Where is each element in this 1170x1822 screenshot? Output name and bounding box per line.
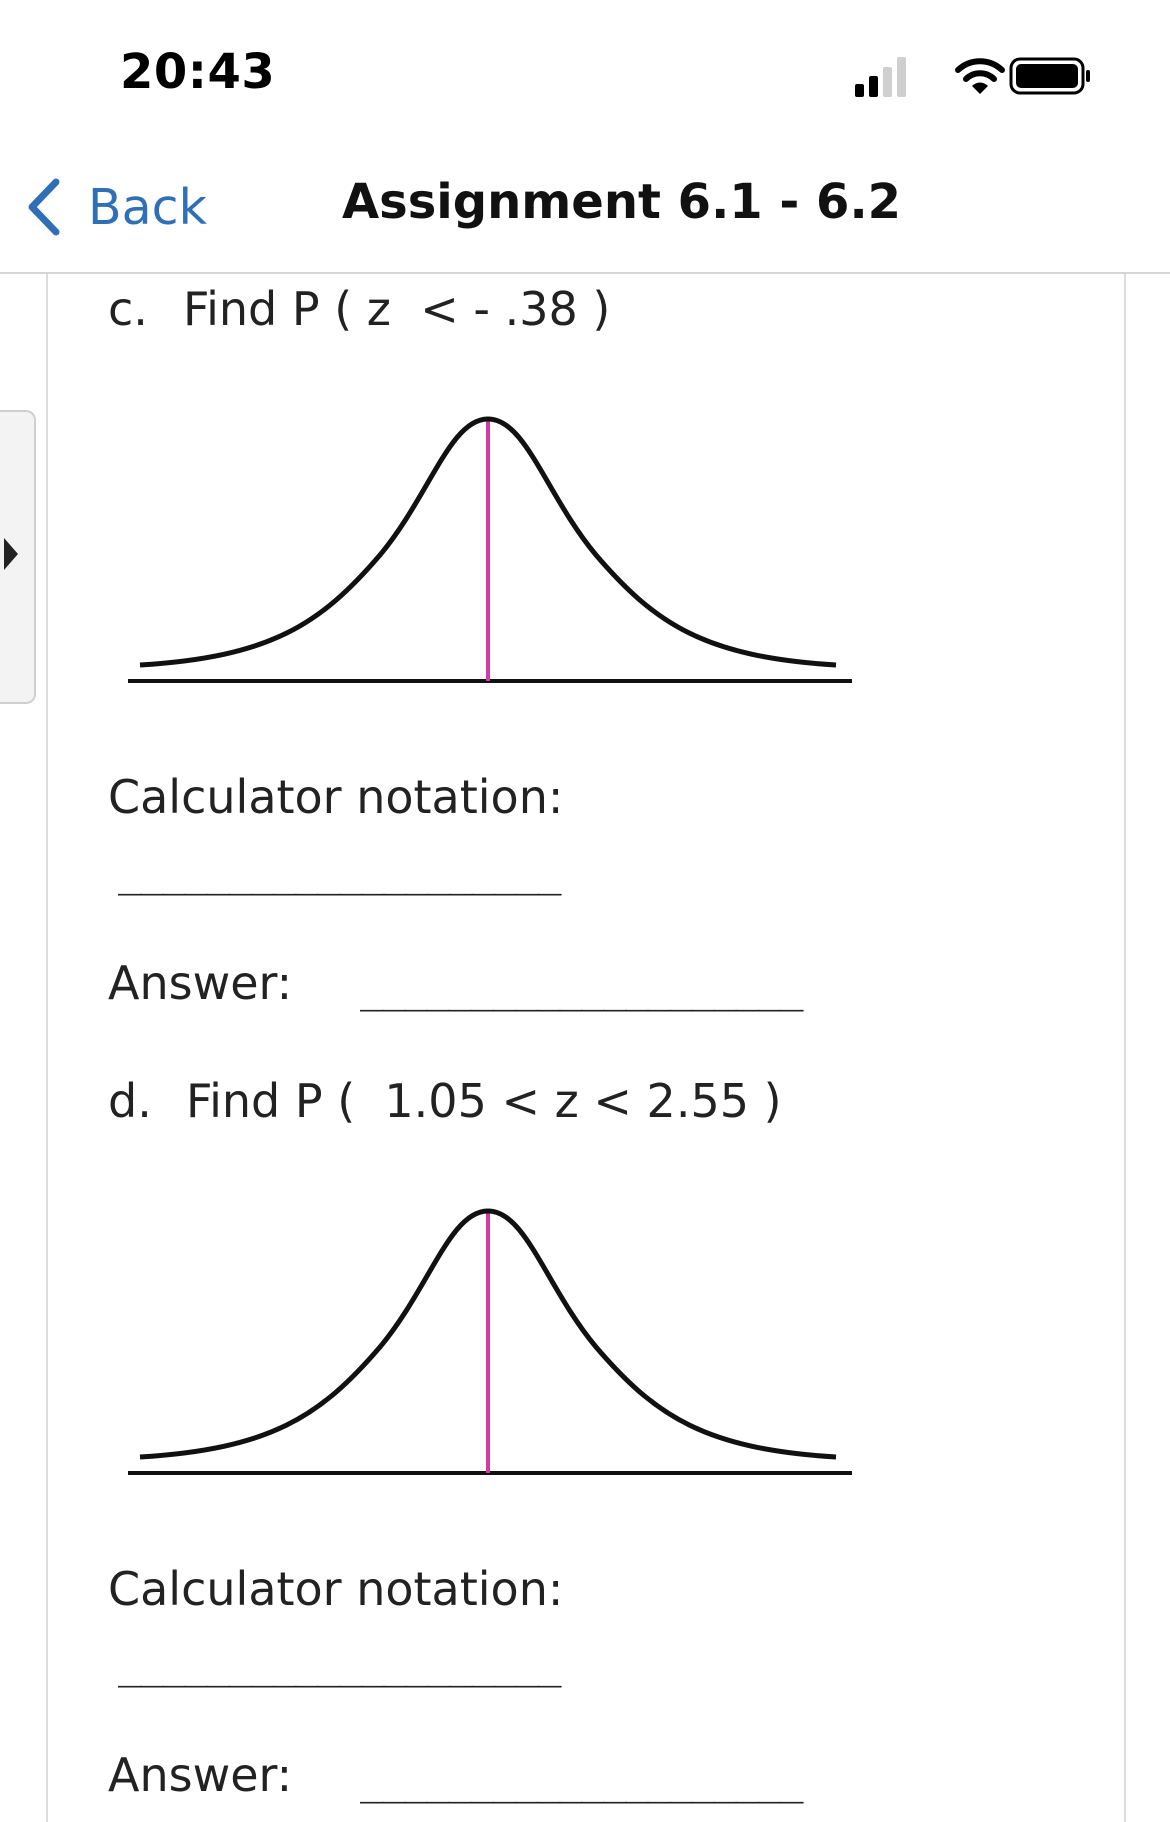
question-c-answer-label: Answer: (108, 956, 293, 1010)
back-label: Back (88, 178, 207, 236)
question-c-prefix: c. (108, 282, 148, 336)
question-c-text: Find P ( z < - .38 ) (183, 282, 611, 336)
expand-arrow-icon (4, 538, 18, 570)
side-panel-toggle[interactable] (0, 410, 36, 704)
status-time: 20:43 (120, 44, 276, 100)
normal-curve-icon (128, 416, 852, 683)
page-title: Assignment 6.1 - 6.2 (342, 174, 902, 230)
question-d-answer-label: Answer: (108, 1748, 293, 1802)
question-d-text: Find P ( 1.05 < z < 2.55 ) (186, 1074, 782, 1128)
question-d-prefix: d. (108, 1074, 152, 1128)
question-c-calculator-blank: ____________________ (118, 850, 562, 896)
normal-curve-icon (128, 1208, 852, 1475)
back-button[interactable]: Back (24, 172, 207, 242)
wifi-icon (955, 58, 1005, 94)
question-d-calculator-label: Calculator notation: (108, 1562, 564, 1616)
question-d-answer-blank: ____________________ (360, 1758, 804, 1804)
question-c-answer-blank: ____________________ (360, 966, 804, 1012)
nav-bar: Back Assignment 6.1 - 6.2 (0, 150, 1170, 274)
question-d-calculator-blank: ____________________ (118, 1642, 562, 1688)
cellular-signal-icon (855, 57, 906, 97)
battery-icon (1009, 57, 1090, 95)
chevron-left-icon (24, 176, 64, 238)
question-c-calculator-label: Calculator notation: (108, 770, 564, 824)
status-bar: 20:43 (0, 0, 1170, 150)
status-icons (850, 52, 1100, 102)
